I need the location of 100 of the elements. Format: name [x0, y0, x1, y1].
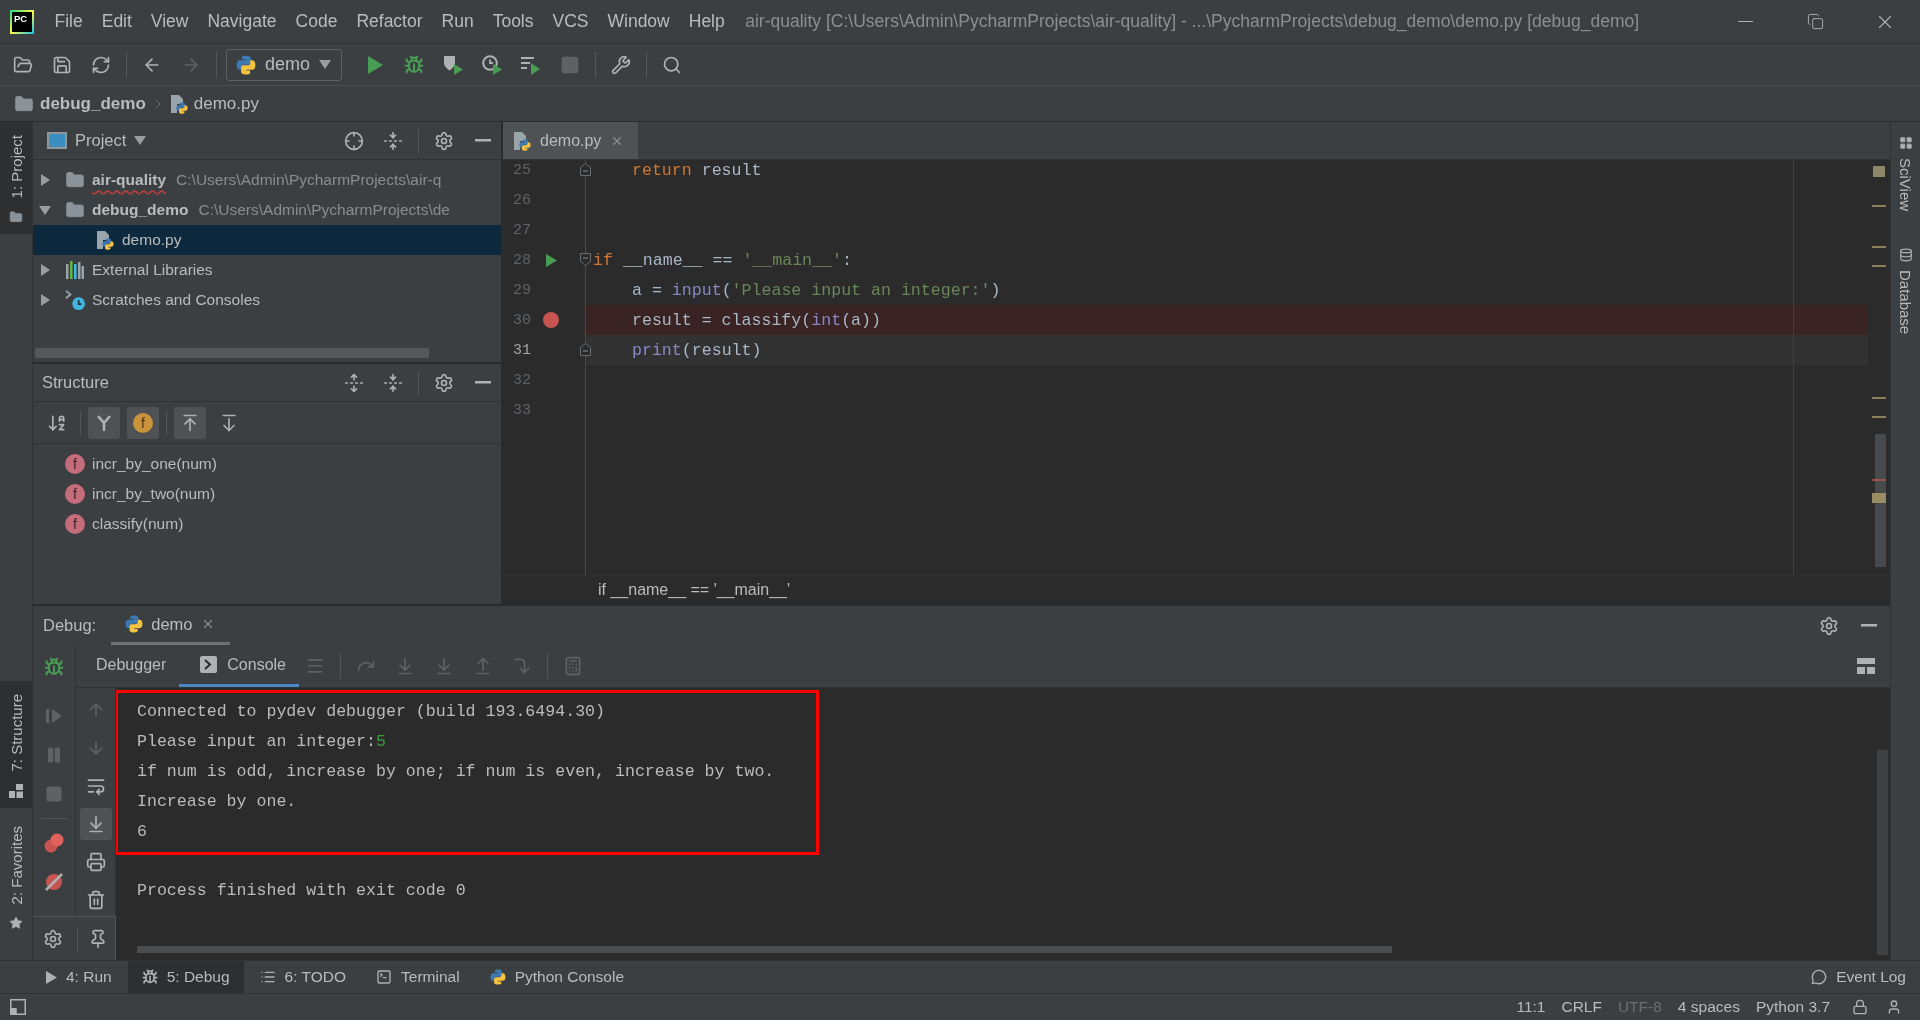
menu-item[interactable]: View: [141, 11, 198, 32]
scroll-to-end-button[interactable]: [79, 808, 112, 840]
line-number: 25: [512, 161, 531, 179]
session-tab[interactable]: demo: [111, 606, 230, 645]
settings-icon: [1819, 615, 1839, 636]
inherited-toggle[interactable]: [88, 406, 120, 439]
tool-window-button[interactable]: 7: Structure: [0, 681, 32, 808]
code-line: a = input('Please input an integer:'): [632, 280, 1001, 300]
menu-item[interactable]: Code: [286, 11, 347, 32]
tree-item[interactable]: air-quality C:\Users\Admin\PycharmProjects\air-q: [33, 165, 501, 195]
minimize-icon: [1861, 624, 1877, 627]
line-number: 28: [512, 251, 531, 269]
pause-icon: [45, 746, 63, 764]
collapse-icon: [383, 130, 403, 151]
tool-window-button[interactable]: SciView: [1891, 122, 1920, 220]
folder-icon: [9, 210, 23, 225]
console-icon: [200, 656, 218, 673]
tree-item[interactable]: Scratches and Consoles: [33, 285, 501, 315]
menu-item[interactable]: Help: [679, 11, 735, 32]
grid-icon: [1898, 136, 1913, 150]
minimize-icon: [475, 139, 491, 142]
tool-window-button[interactable]: Database: [1891, 219, 1920, 343]
structure-item[interactable]: f incr_by_one(num): [33, 449, 501, 479]
autoscroll-to-source-toggle[interactable]: [174, 406, 206, 439]
menu-item[interactable]: Tools: [483, 11, 543, 32]
settings-icon: [43, 928, 63, 949]
run-config-dropdown[interactable]: demo: [226, 48, 343, 81]
python-icon: [489, 969, 506, 985]
tool-window-button[interactable]: 4: Run: [32, 961, 126, 993]
tree-item[interactable]: External Libraries: [33, 255, 501, 285]
breadcrumb[interactable]: if __name__ == '__main__': [598, 581, 791, 599]
structure-item[interactable]: f incr_by_two(num): [33, 479, 501, 509]
line-number: 31: [512, 341, 531, 359]
tool-window-button[interactable]: 5: Debug: [127, 961, 244, 993]
scrollbar[interactable]: [35, 348, 429, 358]
refresh-icon: [91, 54, 111, 75]
person-icon[interactable]: [1886, 999, 1902, 1015]
menu-item[interactable]: Run: [432, 11, 484, 32]
menu-item[interactable]: VCS: [543, 11, 598, 32]
status-item[interactable]: 4 spaces: [1669, 998, 1748, 1016]
console-line: Increase by one.: [137, 790, 298, 813]
line-number: 33: [512, 401, 531, 419]
menu-item[interactable]: Navigate: [198, 11, 287, 32]
minimize-icon: [475, 381, 491, 384]
tool-window-button[interactable]: 6: TODO: [245, 961, 361, 993]
console-line: Connected to pydev debugger (build 193.6494.30): [137, 700, 607, 723]
menu-item[interactable]: Refactor: [346, 11, 433, 32]
bug-icon: [141, 969, 158, 985]
panel-tab[interactable]: Debugger: [78, 645, 180, 687]
tool-window-button[interactable]: Python Console: [475, 961, 639, 993]
blocks-icon: [9, 783, 23, 798]
resume-icon: [46, 708, 62, 724]
console-line: Please input an integer:5: [137, 730, 387, 753]
tool-window-button[interactable]: Terminal: [362, 961, 474, 993]
arrow-up-to-line-icon: [180, 412, 200, 433]
panel-toggle-icon[interactable]: [10, 999, 26, 1015]
lock-icon[interactable]: [1852, 999, 1868, 1015]
tree-item[interactable]: debug_demo C:\Users\Admin\PycharmProjects\de: [33, 195, 501, 225]
folder-icon: [65, 170, 85, 190]
menu-item[interactable]: File: [45, 11, 93, 32]
code-line: print(result): [632, 340, 762, 360]
structure-item[interactable]: f classify(num): [33, 509, 501, 539]
library-icon: [66, 261, 84, 279]
status-item[interactable]: CRLF: [1553, 998, 1610, 1016]
bug-icon: [44, 656, 64, 677]
speech-bubble-icon: [1811, 969, 1828, 985]
event-log-button[interactable]: Event Log: [1797, 961, 1920, 993]
path-label: C:\Users\Admin\PycharmProjects\air-q: [176, 171, 442, 189]
corner-arrow-icon: [512, 656, 532, 676]
collapse-icon: [383, 372, 403, 393]
arrow-down-to-line-icon: [434, 656, 454, 676]
expand-icon: [344, 372, 364, 393]
scrollbar[interactable]: [1877, 750, 1888, 955]
arrow-down-from-line-icon: [219, 412, 239, 433]
caret-down-icon: [319, 60, 332, 69]
function-badge: f: [65, 484, 85, 504]
status-item[interactable]: 11:1: [1508, 998, 1554, 1016]
tool-window-button[interactable]: 2: Favorites: [0, 807, 32, 948]
breadcrumb[interactable]: demo.py: [169, 93, 259, 114]
menu-item[interactable]: Window: [598, 11, 680, 32]
menu-item[interactable]: Edit: [92, 11, 142, 32]
editor-tab[interactable]: demo.py: [503, 122, 639, 159]
minimize-icon: [1737, 20, 1753, 23]
scrollbar[interactable]: [137, 946, 1392, 953]
folder-icon: [65, 200, 85, 220]
folder-icon: [14, 93, 34, 114]
field-badge: f: [133, 412, 153, 433]
line-number: 32: [512, 371, 531, 389]
breadcrumb[interactable]: debug_demo: [14, 93, 146, 114]
python-file-icon: [513, 130, 531, 151]
window-title: air-quality [C:\Users\Admin\PycharmProjects\air-quality] - ...\PycharmProjects\debug_demo\demo.py [debug_demo]: [745, 11, 1640, 32]
console-line: Process finished with exit code 0: [137, 879, 466, 902]
tree-item[interactable]: demo.py: [33, 225, 501, 255]
console-clock-icon: [65, 289, 85, 311]
status-item[interactable]: Python 3.7: [1747, 998, 1838, 1016]
panel-title: Debug:: [43, 616, 97, 635]
view-dropdown[interactable]: Project: [47, 131, 147, 150]
fields-toggle[interactable]: f: [127, 406, 159, 439]
python-icon: [125, 615, 144, 633]
tool-window-button[interactable]: 1: Project: [0, 122, 32, 235]
